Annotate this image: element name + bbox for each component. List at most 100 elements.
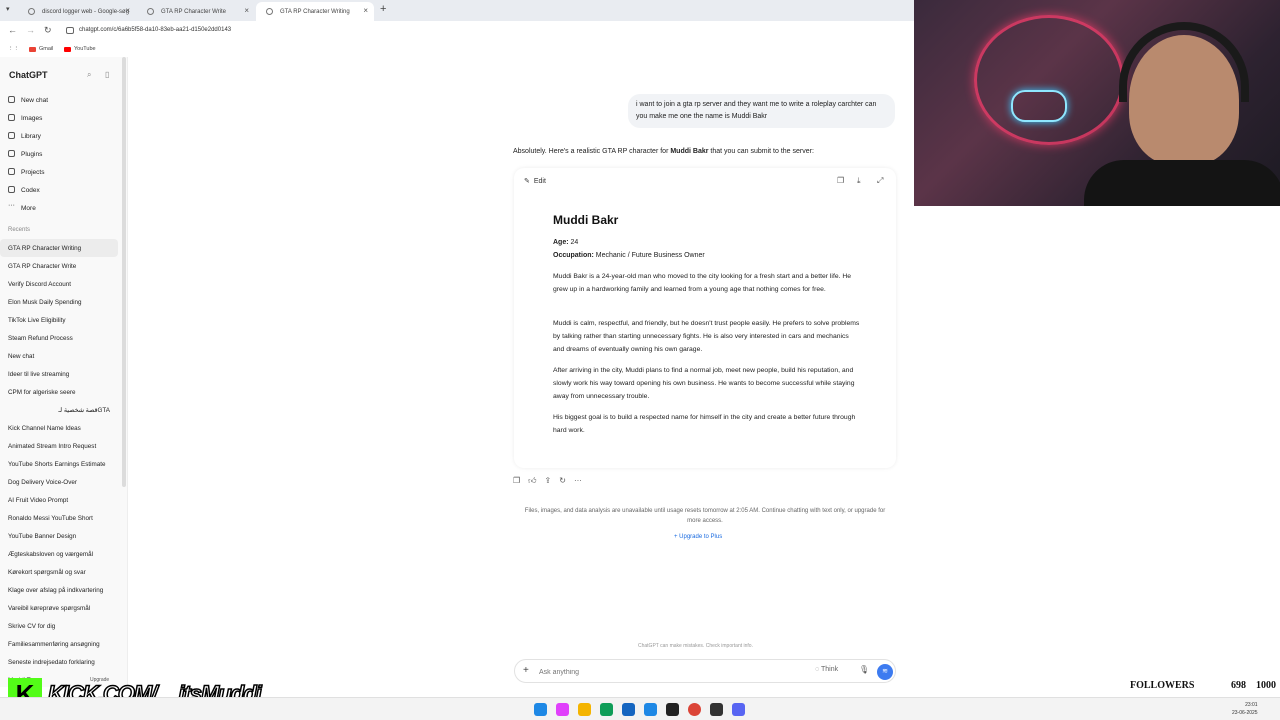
- regenerate-icon[interactable]: ↻: [559, 476, 566, 486]
- recent-chat-item[interactable]: Familiesammenføring ansøgning: [0, 635, 118, 653]
- back-icon[interactable]: ←: [8, 25, 17, 35]
- browser-tab-active[interactable]: GTA RP Character Writing ×: [256, 2, 374, 21]
- close-tab-icon[interactable]: ×: [244, 6, 249, 15]
- intro-text: that you can submit to the server:: [708, 148, 814, 155]
- browser-tab[interactable]: GTA RP Character Write ×: [137, 2, 255, 21]
- discord-icon[interactable]: [732, 703, 745, 716]
- bookmark-gmail[interactable]: Gmail: [29, 46, 53, 52]
- canvas-document: ✎ Edit ❐ ⤓ ⤢ Muddi Bakr Age: 24 Occupatio…: [514, 168, 896, 468]
- recent-chat-item[interactable]: Steam Refund Process: [0, 329, 118, 347]
- bookmark-youtube[interactable]: YouTube: [64, 46, 96, 52]
- more-icon[interactable]: ···: [574, 476, 582, 486]
- sidebar-scrollbar[interactable]: [122, 57, 126, 487]
- search-icon[interactable]: ⌕: [87, 70, 91, 80]
- bookmark-label: YouTube: [74, 46, 96, 52]
- recent-chat-item[interactable]: TikTok Live Eligibility: [0, 311, 118, 329]
- doc-paragraph: After arriving in the city, Muddi plans …: [553, 367, 855, 400]
- sidebar-item-plugins[interactable]: Plugins: [0, 145, 118, 163]
- tab-label: GTA RP Character Write: [161, 8, 227, 15]
- more-icon: ···: [8, 202, 15, 209]
- occupation-row: Occupation: Mechanic / Future Business O…: [553, 252, 705, 259]
- user-message: i want to join a gta rp server and they …: [628, 94, 895, 128]
- recent-chat-item[interactable]: Ronaldo Messi YouTube Short: [0, 509, 118, 527]
- headphones: [1119, 22, 1249, 102]
- browser-tab[interactable]: discord logger web - Google-søg ×: [18, 2, 136, 21]
- pencil-icon: ✎: [524, 178, 530, 185]
- sidebar-item-projects[interactable]: Projects: [0, 163, 118, 181]
- edit-button[interactable]: ✎ Edit: [524, 177, 546, 186]
- doc-paragraph: His biggest goal is to build a respected…: [553, 414, 856, 434]
- recent-chat-item[interactable]: GTA RP Character Writing: [0, 239, 118, 257]
- sidebar-item-library[interactable]: Library: [0, 127, 118, 145]
- recent-chat-item[interactable]: YouTube Banner Design: [0, 527, 118, 545]
- doc-title: Muddi Bakr: [553, 213, 619, 227]
- download-icon[interactable]: ⤓: [857, 176, 861, 186]
- chatgpt-favicon-icon: [266, 8, 273, 15]
- thumbs-icon[interactable]: 👍︎: [528, 476, 536, 486]
- recent-chat-item[interactable]: قصة شخصية لـGTA: [0, 401, 118, 419]
- tab-label: discord logger web - Google-søg: [42, 8, 130, 15]
- tab-list-icon[interactable]: ▾: [6, 5, 10, 13]
- intro-text: Absolutely. Here's a realistic GTA RP ch…: [513, 148, 671, 155]
- recent-chat-item[interactable]: AI Fruit Video Prompt: [0, 491, 118, 509]
- start-icon[interactable]: [534, 703, 547, 716]
- recent-chat-item[interactable]: Skrive CV for dig: [0, 617, 118, 635]
- apps-icon[interactable]: ⋮⋮: [8, 46, 19, 52]
- think-button[interactable]: ◌ Think: [815, 666, 838, 673]
- microphone-icon[interactable]: 🎙︎: [859, 665, 869, 674]
- image-icon: [8, 114, 15, 121]
- doc-paragraph: Muddi is calm, respectful, and friendly,…: [553, 320, 860, 353]
- library-icon: [8, 132, 15, 139]
- sidebar-item-label: Images: [21, 114, 43, 122]
- chrome-icon[interactable]: [688, 703, 701, 716]
- sidebar: ChatGPT ⌕ ▯ New chat Images Library Plug…: [0, 57, 128, 687]
- upgrade-to-plus-link[interactable]: + Upgrade to Plus: [674, 534, 722, 540]
- mail-icon[interactable]: [644, 703, 657, 716]
- sidebar-item-more[interactable]: ··· More: [0, 199, 118, 217]
- edge-icon[interactable]: [600, 703, 613, 716]
- recent-chat-item[interactable]: GTA RP Character Write: [0, 257, 118, 275]
- copilot-icon[interactable]: [556, 703, 569, 716]
- sidebar-item-images[interactable]: Images: [0, 109, 118, 127]
- close-tab-icon[interactable]: ×: [363, 6, 368, 15]
- message-actions: ❐ 👍︎ ⇪ ↻ ···: [513, 476, 582, 486]
- recent-chat-item[interactable]: New chat: [0, 347, 118, 365]
- file-explorer-icon[interactable]: [578, 703, 591, 716]
- expand-icon[interactable]: ⤢: [877, 176, 883, 186]
- reload-icon[interactable]: ↻: [44, 25, 52, 36]
- chat-main: i want to join a gta rp server and they …: [128, 57, 914, 687]
- recent-chat-item[interactable]: Verify Discord Account: [0, 275, 118, 293]
- prompt-input[interactable]: [539, 665, 789, 679]
- recent-chat-item[interactable]: Vareibil køreprøve spørgsmål: [0, 599, 118, 617]
- recent-chat-item[interactable]: Seneste indrejsedato forklaring: [0, 653, 118, 671]
- sidebar-item-codex[interactable]: Codex: [0, 181, 118, 199]
- close-tab-icon[interactable]: ×: [125, 6, 130, 15]
- recent-chat-item[interactable]: Animated Stream Intro Request: [0, 437, 118, 455]
- recent-chat-item[interactable]: Ægteskabsloven og værgemål: [0, 545, 118, 563]
- capcut-icon[interactable]: [666, 703, 679, 716]
- copy-icon[interactable]: ❐: [513, 476, 520, 486]
- recent-chat-item[interactable]: YouTube Shorts Earnings Estimate: [0, 455, 118, 473]
- voice-mode-icon[interactable]: ≋: [877, 664, 893, 680]
- attach-icon[interactable]: +: [523, 665, 529, 676]
- recent-chat-item[interactable]: Klage over afslag på indkvartering: [0, 581, 118, 599]
- recent-chat-item[interactable]: Ideer til live streaming: [0, 365, 118, 383]
- url-field[interactable]: chatgpt.com/c/6a6b5f58-da10-83eb-aa21-d1…: [79, 27, 231, 33]
- share-icon[interactable]: ⇪: [545, 476, 552, 486]
- store-icon[interactable]: [622, 703, 635, 716]
- new-tab-icon[interactable]: +: [380, 3, 386, 15]
- forward-icon[interactable]: →: [26, 25, 35, 35]
- recent-chat-item[interactable]: Elon Musk Daily Spending: [0, 293, 118, 311]
- clock[interactable]: 23:01 23-06-2025: [1232, 701, 1258, 717]
- sidebar-item-new-chat[interactable]: New chat: [0, 91, 118, 109]
- recent-chat-item[interactable]: Kick Channel Name Ideas: [0, 419, 118, 437]
- brand-title[interactable]: ChatGPT: [9, 70, 48, 80]
- recent-chat-item[interactable]: Kørekort spørgsmål og svar: [0, 563, 118, 581]
- age-row: Age: 24: [553, 239, 578, 246]
- recent-chat-item[interactable]: CPM for algeriske seere: [0, 383, 118, 401]
- site-info-icon[interactable]: [66, 27, 74, 34]
- app-icon[interactable]: [710, 703, 723, 716]
- sidebar-toggle-icon[interactable]: ▯: [105, 70, 109, 79]
- copy-icon[interactable]: ❐: [837, 176, 844, 185]
- recent-chat-item[interactable]: Dog Delivery Voice-Over: [0, 473, 118, 491]
